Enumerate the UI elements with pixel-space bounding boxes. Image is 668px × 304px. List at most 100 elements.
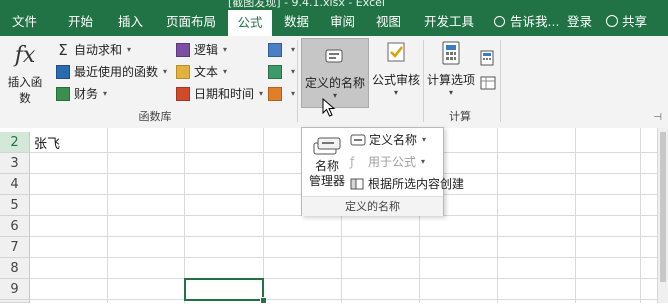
- pin-ribbon-icon[interactable]: ⊣: [653, 112, 662, 123]
- row-header[interactable]: 9: [0, 279, 30, 300]
- calculate-now-button[interactable]: [480, 50, 494, 69]
- name-manager-icon: [313, 137, 341, 155]
- more-functions-button[interactable]: ▾: [268, 84, 295, 104]
- grid-line: [30, 278, 658, 279]
- logical-book-icon: [176, 43, 190, 57]
- active-cell[interactable]: [184, 278, 264, 301]
- lightbulb-icon: [494, 16, 505, 27]
- calculation-group-label: 计算: [449, 110, 471, 123]
- share-button[interactable]: 共享: [606, 8, 647, 36]
- more-functions-book-icon: [268, 87, 282, 101]
- create-from-selection-label: 根据所选内容创建: [368, 177, 465, 191]
- grid-line: [184, 128, 185, 303]
- row-header[interactable]: 8: [0, 258, 30, 279]
- sigma-icon: Σ: [58, 41, 68, 59]
- row-header[interactable]: 7: [0, 237, 30, 258]
- vertical-scrollbar[interactable]: [657, 128, 668, 303]
- tab-page-layout[interactable]: 页面布局: [166, 8, 216, 36]
- math-trig-button[interactable]: ▾: [268, 62, 295, 82]
- tab-developer[interactable]: 开发工具: [424, 8, 474, 36]
- chevron-down-icon: ▾: [103, 89, 108, 98]
- calculation-options-label: 计算选项: [426, 73, 475, 87]
- function-library-group-label: 函数库: [138, 110, 172, 123]
- row-header[interactable]: 3: [0, 153, 30, 174]
- star-icon: [56, 65, 70, 79]
- text-book-icon: [176, 65, 190, 79]
- calculator-small-icon: [480, 50, 494, 66]
- group-divider: [297, 40, 298, 122]
- autosum-button[interactable]: Σ 自动求和 ▾: [56, 40, 131, 60]
- mouse-cursor-icon: [322, 98, 336, 117]
- grid-line: [575, 128, 576, 303]
- share-label: 共享: [622, 14, 648, 29]
- use-in-formula-icon: ƒ: [350, 155, 355, 169]
- text-button[interactable]: 文本 ▾: [176, 62, 227, 82]
- grid-line: [107, 128, 108, 303]
- datetime-book-icon: [176, 87, 190, 101]
- row-header[interactable]: 6: [0, 216, 30, 237]
- name-tag-icon: [325, 49, 343, 63]
- group-divider: [423, 40, 424, 122]
- datetime-label: 日期和时间: [194, 87, 255, 101]
- chevron-down-icon: ▾: [448, 88, 453, 97]
- lookup-reference-button[interactable]: ▾: [268, 40, 295, 60]
- tab-data[interactable]: 数据: [284, 8, 309, 36]
- recent-functions-label: 最近使用的函数: [74, 65, 159, 79]
- tell-me-box[interactable]: 告诉我...: [494, 8, 559, 36]
- defined-names-group-label: 定义的名称: [302, 196, 443, 216]
- datetime-button[interactable]: 日期和时间 ▾: [176, 84, 263, 104]
- tell-me-text: 告诉我...: [510, 14, 560, 29]
- grid-line: [30, 257, 658, 258]
- calculator-icon: [442, 41, 460, 65]
- grid-line: [30, 299, 658, 300]
- autosum-label: 自动求和: [74, 43, 123, 57]
- logical-button[interactable]: 逻辑 ▾: [176, 40, 227, 60]
- row-header[interactable]: 4: [0, 174, 30, 195]
- login-link[interactable]: 登录: [567, 8, 592, 36]
- tab-review[interactable]: 审阅: [330, 8, 355, 36]
- chevron-down-icon: ▾: [223, 67, 228, 76]
- create-from-selection-item[interactable]: 根据所选内容创建: [350, 174, 464, 194]
- title-bar: [截图发现] - 9.4.1.xlsx - Excel: [0, 0, 668, 9]
- name-manager-button[interactable]: 名称 管理器: [308, 134, 346, 189]
- formula-auditing-icon: [387, 42, 405, 62]
- calculate-sheet-button[interactable]: [480, 76, 496, 93]
- scrollbar-thumb[interactable]: [660, 132, 666, 282]
- name-tag-icon: [350, 134, 366, 146]
- name-manager-label-line1: 名称: [314, 159, 339, 173]
- insert-function-button[interactable]: fx 插入函数: [4, 42, 46, 105]
- grid-line: [263, 128, 264, 303]
- tab-insert[interactable]: 插入: [118, 8, 143, 36]
- tab-formulas[interactable]: 公式: [228, 10, 272, 36]
- row-header[interactable]: 5: [0, 195, 30, 216]
- text-label: 文本: [194, 65, 219, 79]
- calculate-sheet-icon: [480, 76, 496, 90]
- cell-a2[interactable]: 张飞: [34, 133, 60, 152]
- defined-names-dropdown: 名称 管理器 定义名称 ▾ ƒ 用于公式 ▾ 根据所选内容创建 定义的名称: [301, 127, 464, 216]
- chevron-down-icon: ▾: [223, 45, 228, 54]
- tab-file[interactable]: 文件: [12, 8, 37, 36]
- chevron-down-icon: ▾: [163, 67, 168, 76]
- chevron-down-icon: ▾: [291, 89, 296, 98]
- formula-auditing-label: 公式审核: [371, 73, 420, 87]
- financial-label: 财务: [74, 87, 99, 101]
- calculation-options-button[interactable]: 计算选项 ▾: [426, 40, 476, 106]
- use-in-formula-item[interactable]: ƒ 用于公式 ▾: [350, 152, 425, 172]
- define-name-item[interactable]: 定义名称 ▾: [350, 130, 426, 150]
- insert-function-label: 插入函数: [7, 75, 43, 105]
- name-manager-label-line2: 管理器: [308, 174, 345, 188]
- chevron-down-icon: ▾: [291, 67, 296, 76]
- person-icon: [606, 15, 618, 27]
- group-divider: [500, 40, 501, 122]
- recent-functions-button[interactable]: 最近使用的函数 ▾: [56, 62, 167, 82]
- tab-view[interactable]: 视图: [376, 8, 401, 36]
- chevron-down-icon: ▾: [259, 89, 264, 98]
- tab-home[interactable]: 开始: [68, 8, 93, 36]
- financial-button[interactable]: 财务 ▾: [56, 84, 107, 104]
- formula-auditing-button[interactable]: 公式审核 ▾: [370, 40, 422, 106]
- chevron-down-icon: ▾: [393, 88, 398, 97]
- chevron-down-icon: ▾: [421, 157, 426, 166]
- fx-icon: fx: [14, 43, 36, 68]
- math-book-icon: [268, 65, 282, 79]
- row-header[interactable]: 2: [0, 132, 30, 153]
